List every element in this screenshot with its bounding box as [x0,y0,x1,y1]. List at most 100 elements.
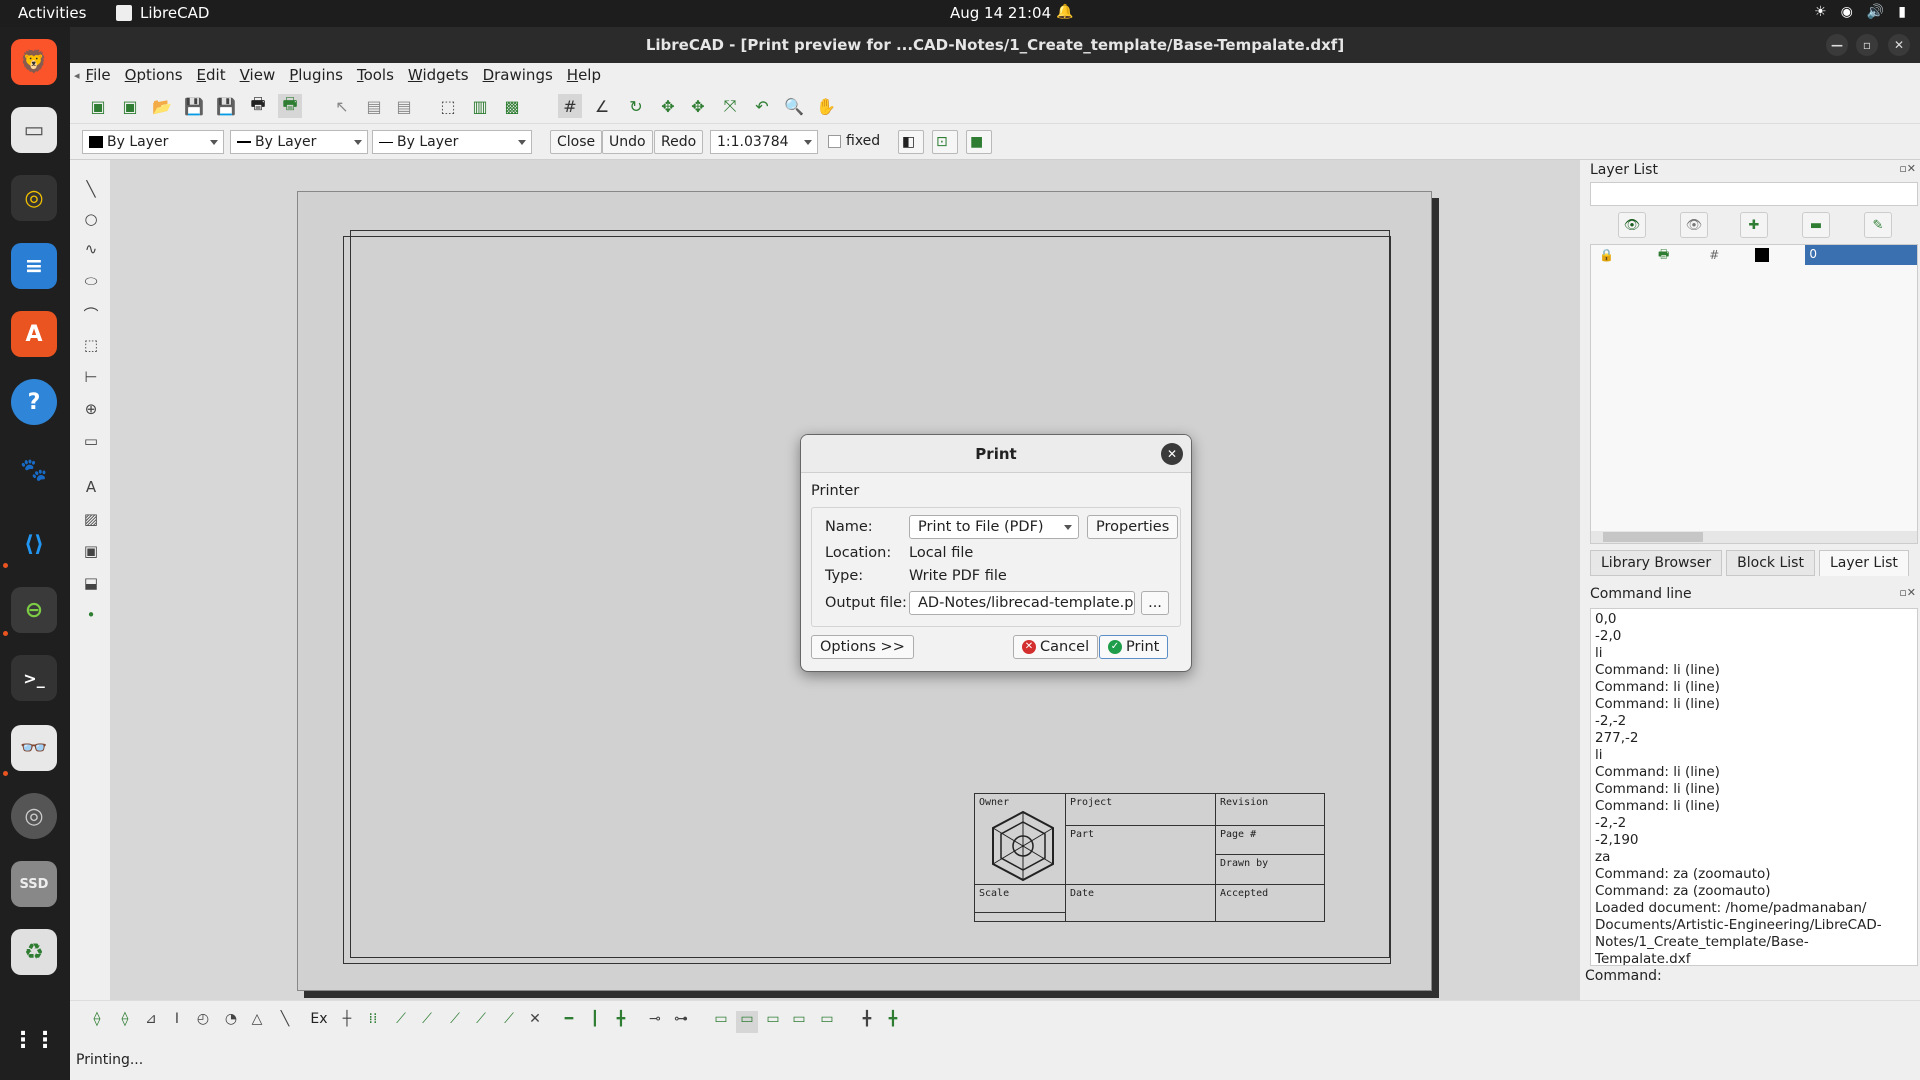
scale-select[interactable]: 1:1.03784 [710,130,818,154]
menu-help[interactable]: Help [567,66,601,84]
zoom-previous-icon[interactable]: ↶ [750,94,774,118]
gimp-icon[interactable]: 🐾 [11,447,57,493]
system-tray[interactable]: ☀ ◉ 🔊 ▮ [1814,4,1906,20]
line-tool-icon[interactable]: ╲ [81,180,101,200]
disk-icon[interactable]: ◎ [11,793,57,839]
text-tool-icon[interactable]: A [81,478,101,498]
print-button[interactable]: ✓ Print [1099,635,1169,659]
tab-layer-list[interactable]: Layer List [1818,550,1909,576]
close-window-button[interactable]: ✕ [1888,34,1910,56]
snap-grid-icon[interactable]: ⟠ [114,1011,136,1033]
draft-icon[interactable]: ∠ [590,94,614,118]
add-item-icon[interactable]: ╋ [856,1011,878,1033]
librecad-icon[interactable]: ⊖ [11,587,57,633]
add-item-2-icon[interactable]: ╋ [882,1011,904,1033]
rhythmbox-icon[interactable]: ◎ [11,175,57,221]
view-mode-2-icon[interactable]: ▭ [736,1011,758,1033]
view-mode-1-icon[interactable]: ▭ [710,1011,732,1033]
hide-all-layers-icon[interactable]: 👁 [1680,212,1708,238]
undo-button[interactable]: Undo [602,130,653,154]
menu-view[interactable]: View [240,66,276,84]
snap-intersection-icon[interactable]: ✕ [524,1011,546,1033]
lock-icon[interactable]: 🔒 [1599,248,1614,262]
linewidth-select[interactable]: By Layer [372,130,532,154]
ellipse-tool-icon[interactable]: ⬭ [81,272,101,292]
black-white-icon[interactable]: ◧ [898,130,924,154]
edit-layer-icon[interactable]: ✎ [1864,212,1892,238]
snap-text-icon[interactable]: I [166,1011,188,1033]
minimize-button[interactable]: — [1826,34,1848,56]
terminal-icon[interactable]: >_ [11,655,57,701]
snap-free-icon[interactable]: ⟠ [86,1011,108,1033]
hatch-tool-icon[interactable]: ▨ [81,510,101,530]
snap-endpoint-icon[interactable]: ⊿ [140,1011,162,1033]
active-app-label[interactable]: LibreCAD [140,4,209,22]
image-tool-icon[interactable]: ▣ [81,542,101,562]
print-preview-icon[interactable]: 🖶 [278,94,302,118]
help-icon[interactable]: ? [11,379,57,425]
remove-layer-icon[interactable]: ▬ [1802,212,1830,238]
snap-distance-icon[interactable]: ╲ [274,1011,296,1033]
menu-tools[interactable]: Tools [357,66,394,84]
polyline-tool-icon[interactable]: ⌒ [81,304,101,324]
document-viewer-icon[interactable]: 👓 [11,725,57,771]
restrict-orthogonal-icon[interactable]: ╋ [610,1011,632,1033]
measure-tool-icon[interactable]: ▭ [81,432,101,452]
files-icon[interactable]: ▭ [11,107,57,153]
vscode-icon[interactable]: ⟨⟩ [11,521,57,567]
snap-cursor-icon[interactable]: ┼ [336,1011,358,1033]
browse-button[interactable]: ... [1141,591,1169,615]
panel-close-icon[interactable]: ▫✕ [1899,162,1916,175]
new-file-icon[interactable]: ▣ [86,94,110,118]
open-file-icon[interactable]: 📂 [150,94,174,118]
menu-drawings[interactable]: Drawings [483,66,553,84]
relative-zero-icon[interactable]: ⊸ [644,1011,666,1033]
command-panel-close-icon[interactable]: ▫✕ [1899,586,1916,599]
lock-relative-zero-icon[interactable]: ⊶ [670,1011,692,1033]
construction-icon[interactable]: # [1709,248,1719,262]
show-apps-icon[interactable]: ⋮⋮ [11,1017,57,1063]
restrict-horizontal-icon[interactable]: ━ [558,1011,580,1033]
modify-tool-icon[interactable]: ⊕ [81,400,101,420]
tab-block-list[interactable]: Block List [1726,550,1815,576]
snap-midpoint-icon[interactable]: △ [246,1011,268,1033]
fit-page-icon[interactable]: ⊡ [932,130,958,154]
save-icon[interactable]: 💾 [182,94,206,118]
block-tool-icon[interactable]: ⬓ [81,574,101,594]
view-mode-4-icon[interactable]: ▭ [788,1011,810,1033]
paste-icon[interactable]: ⬚ [436,94,460,118]
redraw-icon[interactable]: ↻ [624,94,648,118]
snap-dist-icon[interactable]: ⟋ [498,1011,520,1033]
snap-onentity2-icon[interactable]: ⟋ [416,1011,438,1033]
cancel-button[interactable]: ✕ Cancel [1013,635,1099,659]
curve-tool-icon[interactable]: ∿ [81,240,101,260]
exclusive-snap-label[interactable]: Ex [308,1011,330,1033]
fixed-checkbox[interactable] [828,135,841,148]
zoom-pan-icon[interactable]: ✋ [814,94,838,118]
clock[interactable]: Aug 14 21:04 [950,4,1051,22]
zoom-window-icon[interactable]: 🔍 [782,94,806,118]
options-button[interactable]: Options >> [811,635,914,659]
select-pointer-icon[interactable]: ↖ [330,94,354,118]
snap-center-icon[interactable]: ◴ [192,1011,214,1033]
ssd-drive-icon[interactable]: SSD [11,861,57,907]
center-page-icon[interactable]: ■ [966,130,992,154]
menu-edit[interactable]: Edit [197,66,226,84]
circle-tool-icon[interactable]: ○ [81,210,101,230]
restrict-vertical-icon[interactable]: ┃ [584,1011,606,1033]
point-tool-icon[interactable]: • [81,606,101,626]
snap-middle-icon[interactable]: ⟋ [470,1011,492,1033]
app-center-icon[interactable]: A [11,311,57,357]
close-preview-button[interactable]: Close [550,130,603,154]
dialog-close-icon[interactable]: ✕ [1161,443,1183,465]
zoom-auto-icon[interactable]: ⤧ [718,94,742,118]
menu-plugins[interactable]: Plugins [289,66,343,84]
color-select[interactable]: By Layer [82,130,224,154]
cut-icon[interactable]: ▤ [362,94,386,118]
properties-button[interactable]: Properties [1087,515,1179,539]
save-as-icon[interactable]: 💾 [214,94,238,118]
menu-options[interactable]: Options [125,66,183,84]
menu-widgets[interactable]: Widgets [408,66,469,84]
snap-endpoints-icon[interactable]: ⟋ [390,1011,412,1033]
horizontal-scrollbar[interactable] [1591,531,1917,543]
